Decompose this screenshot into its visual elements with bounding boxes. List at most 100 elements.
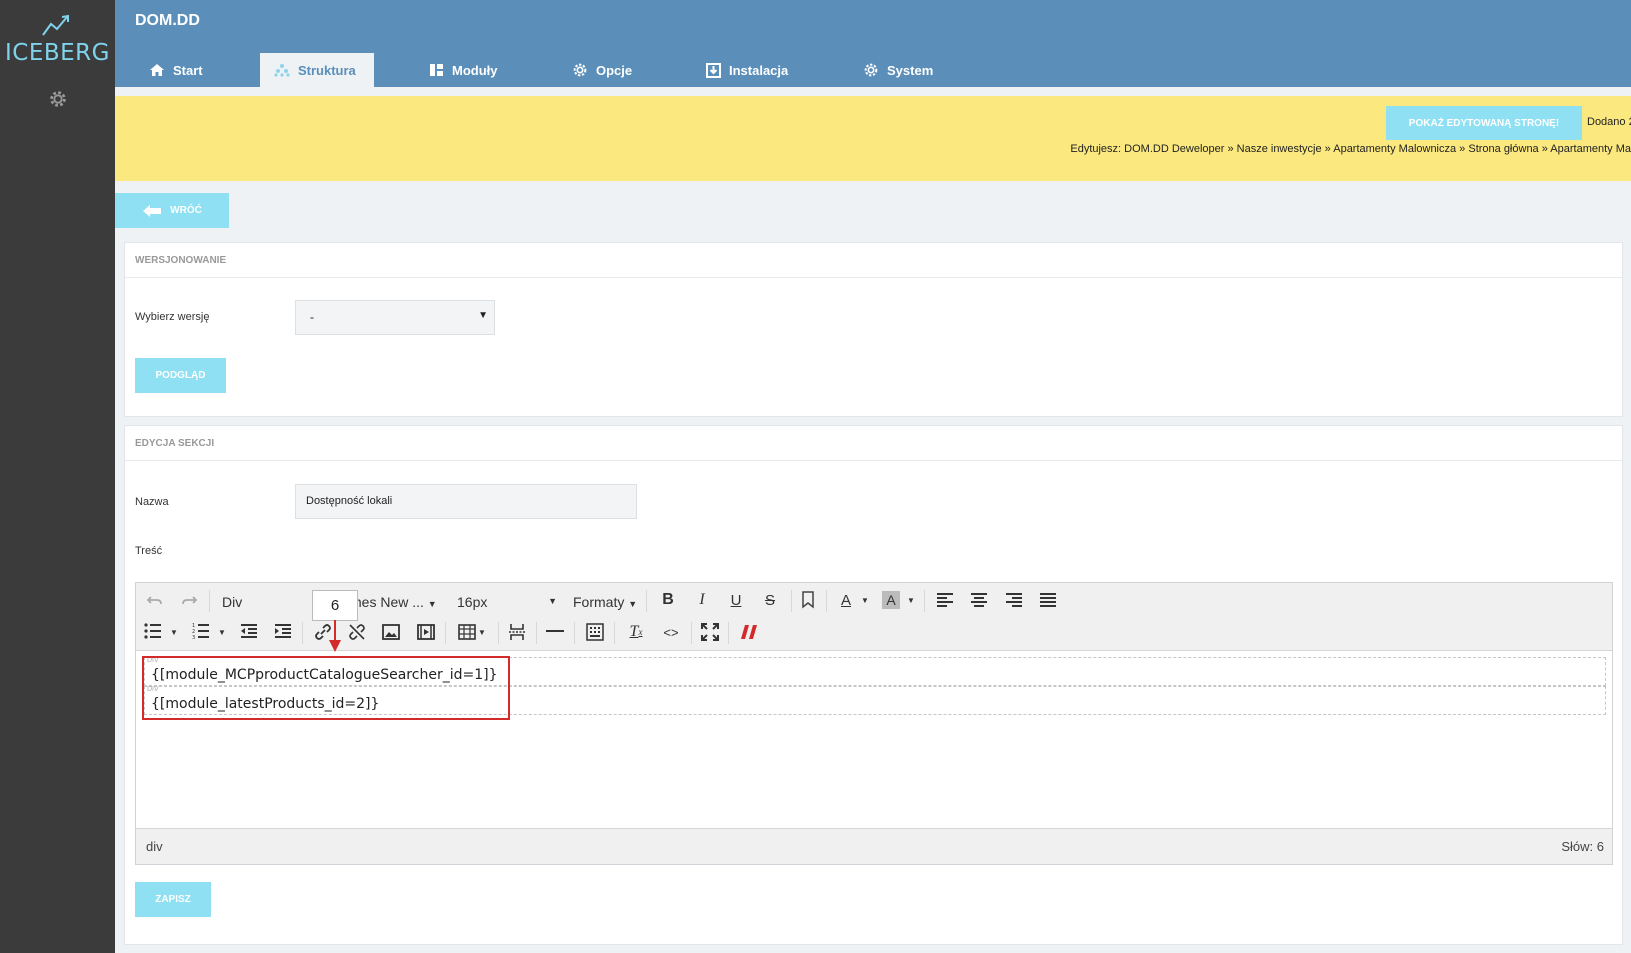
logo[interactable]: ICEBERG	[0, 12, 115, 66]
font-size-value: 16px	[457, 594, 488, 610]
annotation-arrow-head	[329, 640, 341, 652]
chevron-down-icon[interactable]: ▼	[217, 624, 227, 640]
chevron-down-icon: ▼	[427, 599, 437, 609]
chevron-down-icon: ▼	[628, 599, 638, 609]
install-icon	[706, 62, 721, 78]
gear-icon	[864, 63, 878, 77]
background-color-icon[interactable]: A	[882, 591, 900, 609]
tab-moduly[interactable]: Moduły	[415, 53, 512, 87]
dropdown-caret-icon: ▼	[478, 310, 488, 321]
back-button-label: WRÓĆ	[170, 205, 202, 216]
special-character-icon[interactable]	[586, 623, 604, 641]
align-center-icon[interactable]	[970, 592, 988, 608]
added-info-text: Dodano 2	[1587, 116, 1631, 128]
bold-icon[interactable]: B	[658, 590, 678, 610]
tab-instalacja[interactable]: Instalacja	[692, 53, 802, 87]
underline-icon[interactable]: U	[726, 590, 746, 610]
tab-label: Moduły	[452, 62, 498, 78]
element-path[interactable]: div	[146, 839, 163, 854]
indent-icon[interactable]	[274, 623, 292, 639]
annotation-arrow-line	[334, 620, 336, 642]
site-name: DOM.DD	[135, 12, 200, 29]
align-left-icon[interactable]	[936, 592, 954, 608]
page-break-icon[interactable]	[508, 623, 526, 641]
align-right-icon[interactable]	[1005, 592, 1023, 608]
font-size-select[interactable]: 16px ▼	[457, 594, 557, 610]
sidebar: ICEBERG	[0, 0, 115, 953]
section-edit-panel: EDYCJA SEKCJI Nazwa Dostępność lokali Tr…	[124, 425, 1623, 945]
tab-system[interactable]: System	[849, 53, 947, 87]
section-edit-panel-title: EDYCJA SEKCJI	[125, 426, 1622, 461]
block-format-select[interactable]: Div	[222, 594, 242, 610]
home-icon	[150, 64, 164, 76]
tab-label: Opcje	[596, 62, 633, 78]
image-icon[interactable]	[382, 624, 400, 640]
strikethrough-icon[interactable]: S	[760, 590, 780, 610]
bookmark-icon[interactable]	[801, 591, 815, 609]
preview-button[interactable]: PODGLĄD	[135, 358, 226, 393]
align-justify-icon[interactable]	[1039, 592, 1057, 608]
chevron-down-icon: ▼	[548, 596, 557, 606]
tab-label: Start	[173, 62, 203, 78]
edit-notice-bar: POKAŻ EDYTOWANĄ STRONĘ! Dodano 2 Edytuje…	[115, 96, 1631, 181]
svg-text:3: 3	[192, 635, 195, 639]
chevron-down-icon[interactable]: ▼	[477, 624, 487, 640]
modules-icon	[430, 64, 443, 76]
formats-label: Formaty	[573, 594, 625, 610]
chevron-down-icon[interactable]: ▼	[860, 592, 870, 608]
table-icon[interactable]	[458, 624, 476, 640]
versioning-panel: WERSJONOWANIE Wybierz wersję - ▼ PODGLĄD	[124, 242, 1623, 417]
logo-text: ICEBERG	[5, 40, 110, 66]
back-button[interactable]: WRÓĆ	[115, 193, 229, 228]
top-navigation-bar: DOM.DD Start Struktura Moduły Opcje Inst…	[115, 0, 1631, 87]
editor-statusbar: div Słów: 6	[136, 828, 1612, 864]
save-button[interactable]: ZAPISZ	[135, 882, 211, 917]
word-count-tooltip: 6	[312, 590, 358, 621]
breadcrumb: Edytujesz: DOM.DD Deweloper » Nasze inwe…	[1070, 143, 1631, 155]
module-insert-icon[interactable]	[740, 624, 758, 640]
tab-label: Instalacja	[729, 62, 789, 78]
versioning-panel-title: WERSJONOWANIE	[125, 243, 1622, 278]
chevron-down-icon[interactable]: ▼	[169, 624, 179, 640]
link-icon[interactable]	[314, 623, 332, 641]
annotation-highlight-box	[142, 656, 510, 720]
settings-gear-icon[interactable]	[47, 88, 69, 110]
numbered-list-icon[interactable]: 123	[192, 623, 210, 639]
tab-label: System	[887, 62, 934, 78]
arrow-left-icon	[143, 204, 162, 217]
word-count: Słów: 6	[1561, 839, 1604, 854]
font-family-value: mes New ...	[350, 594, 424, 610]
editor-toolbar: Div mes New ... ▼ 6 16px ▼ Formaty ▼ B I …	[136, 583, 1612, 651]
content-label: Treść	[135, 545, 163, 557]
tab-label: Struktura	[298, 62, 356, 78]
tab-struktura[interactable]: Struktura	[260, 53, 374, 87]
name-input[interactable]: Dostępność lokali	[295, 484, 637, 519]
fullscreen-icon[interactable]	[701, 623, 719, 641]
redo-icon[interactable]	[180, 591, 198, 609]
clear-formatting-icon[interactable]: Tx	[625, 621, 647, 643]
tab-start[interactable]: Start	[135, 53, 217, 87]
version-label: Wybierz wersję	[135, 311, 210, 323]
outdent-icon[interactable]	[240, 623, 258, 639]
chevron-down-icon[interactable]: ▼	[906, 592, 916, 608]
text-color-icon[interactable]: A	[836, 590, 856, 610]
italic-icon[interactable]: I	[692, 590, 712, 610]
version-select-value: -	[310, 310, 314, 324]
font-family-select[interactable]: mes New ... ▼	[350, 594, 437, 610]
media-icon[interactable]	[417, 624, 435, 640]
version-select[interactable]: - ▼	[295, 300, 495, 335]
name-label: Nazwa	[135, 496, 169, 508]
logo-chart-icon	[41, 14, 69, 36]
tab-opcje[interactable]: Opcje	[558, 53, 646, 87]
sitemap-icon	[274, 64, 290, 77]
show-edited-page-button[interactable]: POKAŻ EDYTOWANĄ STRONĘ!	[1386, 106, 1582, 140]
formats-menu[interactable]: Formaty ▼	[573, 594, 637, 610]
main-tabs: Start Struktura Moduły Opcje Instalacja …	[115, 53, 1631, 87]
rich-text-editor: Div mes New ... ▼ 6 16px ▼ Formaty ▼ B I …	[135, 582, 1613, 865]
undo-icon[interactable]	[146, 591, 164, 609]
source-code-icon[interactable]: <>	[660, 622, 682, 642]
gear-icon	[573, 63, 587, 77]
horizontal-rule-icon[interactable]	[546, 630, 564, 632]
bullet-list-icon[interactable]	[144, 623, 162, 639]
unlink-icon[interactable]	[348, 623, 366, 641]
